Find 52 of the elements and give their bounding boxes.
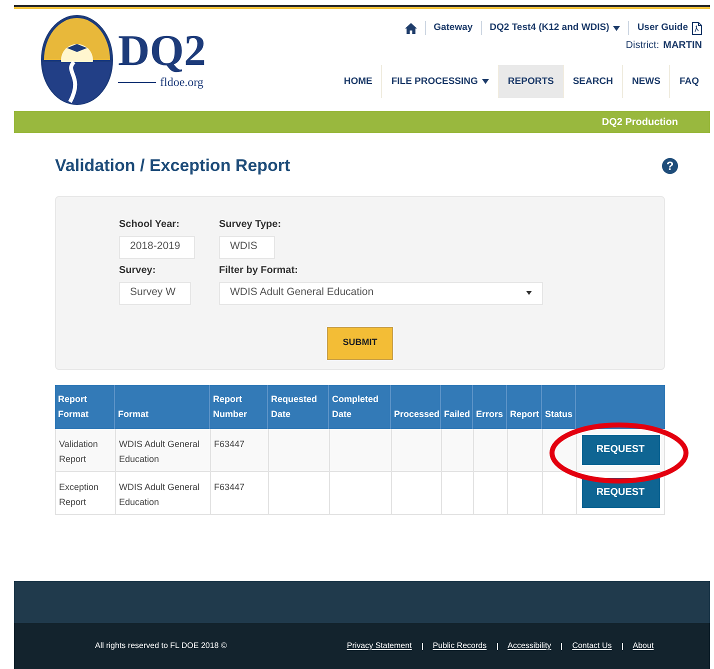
field-label: Survey: [119,264,157,278]
column-header: Errors [476,408,504,420]
column-header: Failed [444,408,470,420]
column-header: Format [118,408,149,420]
column-header: Report Number [213,392,248,420]
caret-icon [482,79,489,84]
home-icon[interactable] [404,22,417,34]
environment-label: DQ2 Production [602,116,678,130]
table-cell: WDIS Adult General Education [119,482,200,506]
district-label: District: [626,39,660,54]
footer-link[interactable]: Accessibility [508,640,552,652]
help-button[interactable]: ? [662,158,678,174]
page-title: Validation / Exception Report [55,155,290,177]
table-cell: F63447 [214,482,245,492]
logo-domain: fldoe.org [160,74,204,91]
nav-item[interactable]: NEWS [622,65,670,98]
pdf-icon[interactable] [692,22,702,35]
column-header: Report Format [58,392,90,420]
footer-link[interactable]: About [632,640,654,652]
footer-link[interactable]: Public Records [432,640,487,652]
nav-item[interactable]: HOME [334,65,382,98]
table-cell: F63447 [214,438,245,448]
nav-item[interactable]: REPORTS [498,65,563,98]
dropdown[interactable]: 2018-2019 [119,236,195,258]
dropdown[interactable]: Survey W [119,282,191,304]
copyright-text: All rights reserved to FL DOE 2018 © [95,640,227,652]
nav-item[interactable]: FAQ [669,65,708,98]
user-guide-link[interactable]: User Guide [637,21,688,36]
field-label: Filter by Format: [219,264,299,278]
column-header: Completed Date [332,392,380,420]
footer-link[interactable]: Contact Us [572,640,612,652]
district-name: MARTIN [663,39,702,54]
caret-icon [613,26,620,31]
column-header: Processed [394,408,440,420]
table-cell: Validation Report [59,438,98,464]
field-label: Survey Type: [219,218,282,232]
nav-item[interactable]: SEARCH [562,65,622,98]
dropdown[interactable]: WDIS [219,236,275,258]
footer-link[interactable]: Privacy Statement [346,640,412,652]
column-header: Report [510,408,539,421]
table-cell: Exception Report [59,482,99,506]
column-header: Requested Date [271,392,318,420]
submit-button[interactable]: SUBMIT [327,326,393,360]
dropdown[interactable]: WDIS Adult General Education [219,282,543,304]
table-cell: WDIS Adult General Education [119,438,200,464]
field-label: School Year: [119,218,180,232]
environment-dropdown[interactable]: DQ2 Test4 (K12 and WDIS) [490,21,620,36]
column-header: Status [545,408,573,420]
request-button[interactable]: REQUEST [582,434,660,464]
gateway-link[interactable]: Gateway [434,21,473,36]
caret-icon [526,291,532,295]
logo-title: DQ2 [118,29,206,73]
